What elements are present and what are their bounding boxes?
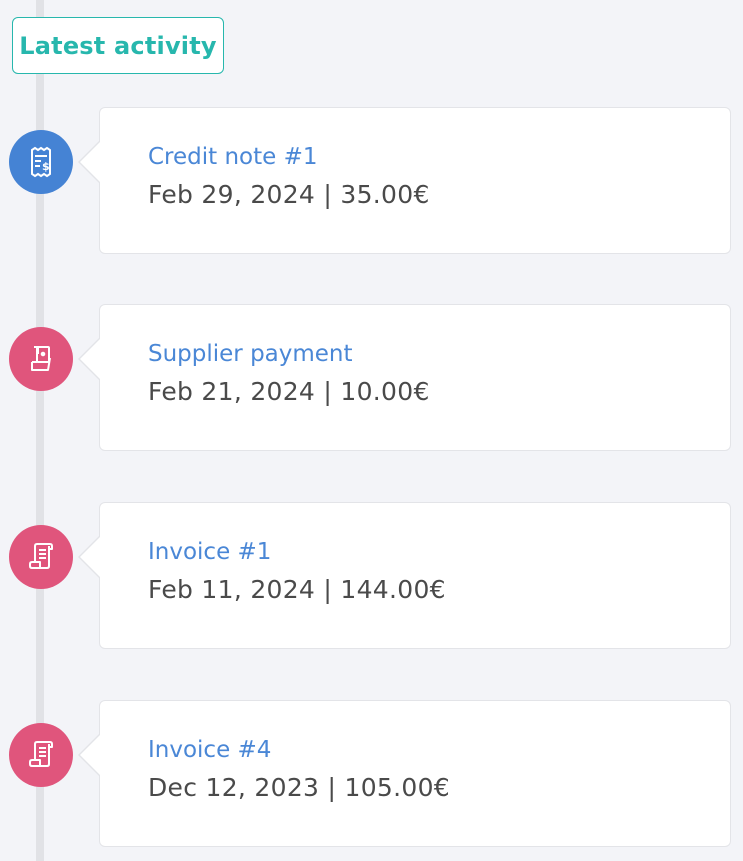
activity-date: Dec 12, 2023 <box>148 773 320 802</box>
svg-text:$: $ <box>42 160 50 173</box>
activity-title-link[interactable]: Credit note #1 <box>148 144 318 170</box>
separator: | <box>323 377 333 406</box>
activity-meta: Feb 11, 2024 | 144.00€ <box>148 575 446 604</box>
activity-date: Feb 29, 2024 <box>148 180 316 209</box>
hand-money-icon <box>9 327 73 391</box>
activity-date: Feb 11, 2024 <box>148 575 316 604</box>
activity-title-link[interactable]: Supplier payment <box>148 341 353 367</box>
activity-meta: Feb 21, 2024 | 10.00€ <box>148 377 430 406</box>
activity-meta: Feb 29, 2024 | 35.00€ <box>148 180 430 209</box>
separator: | <box>323 575 333 604</box>
activity-item[interactable]: Invoice #4 Dec 12, 2023 | 105.00€ <box>0 700 743 850</box>
activity-meta: Dec 12, 2023 | 105.00€ <box>148 773 450 802</box>
card-pointer-fill <box>80 141 101 183</box>
activity-title-link[interactable]: Invoice #1 <box>148 539 271 565</box>
activity-card[interactable]: Invoice #4 Dec 12, 2023 | 105.00€ <box>99 700 731 847</box>
activity-card[interactable]: Invoice #1 Feb 11, 2024 | 144.00€ <box>99 502 731 649</box>
activity-amount: 105.00€ <box>344 773 450 802</box>
card-pointer-fill <box>80 536 101 578</box>
header-title: Latest activity <box>19 31 217 60</box>
separator: | <box>327 773 337 802</box>
separator: | <box>323 180 333 209</box>
scroll-invoice-icon <box>9 723 73 787</box>
scroll-invoice-icon <box>9 525 73 589</box>
activity-item[interactable]: Supplier payment Feb 21, 2024 | 10.00€ <box>0 304 743 454</box>
activity-amount: 144.00€ <box>340 575 446 604</box>
card-pointer-fill <box>80 338 101 380</box>
activity-card[interactable]: Credit note #1 Feb 29, 2024 | 35.00€ <box>99 107 731 254</box>
activity-amount: 35.00€ <box>340 180 430 209</box>
activity-card[interactable]: Supplier payment Feb 21, 2024 | 10.00€ <box>99 304 731 451</box>
activity-date: Feb 21, 2024 <box>148 377 316 406</box>
activity-title-link[interactable]: Invoice #4 <box>148 737 271 763</box>
latest-activity-header: Latest activity <box>12 17 224 74</box>
receipt-dollar-icon: $ <box>9 130 73 194</box>
activity-amount: 10.00€ <box>340 377 430 406</box>
activity-item[interactable]: $ Credit note #1 Feb 29, 2024 | 35.00€ <box>0 107 743 257</box>
card-pointer-fill <box>80 734 101 776</box>
activity-item[interactable]: Invoice #1 Feb 11, 2024 | 144.00€ <box>0 502 743 652</box>
